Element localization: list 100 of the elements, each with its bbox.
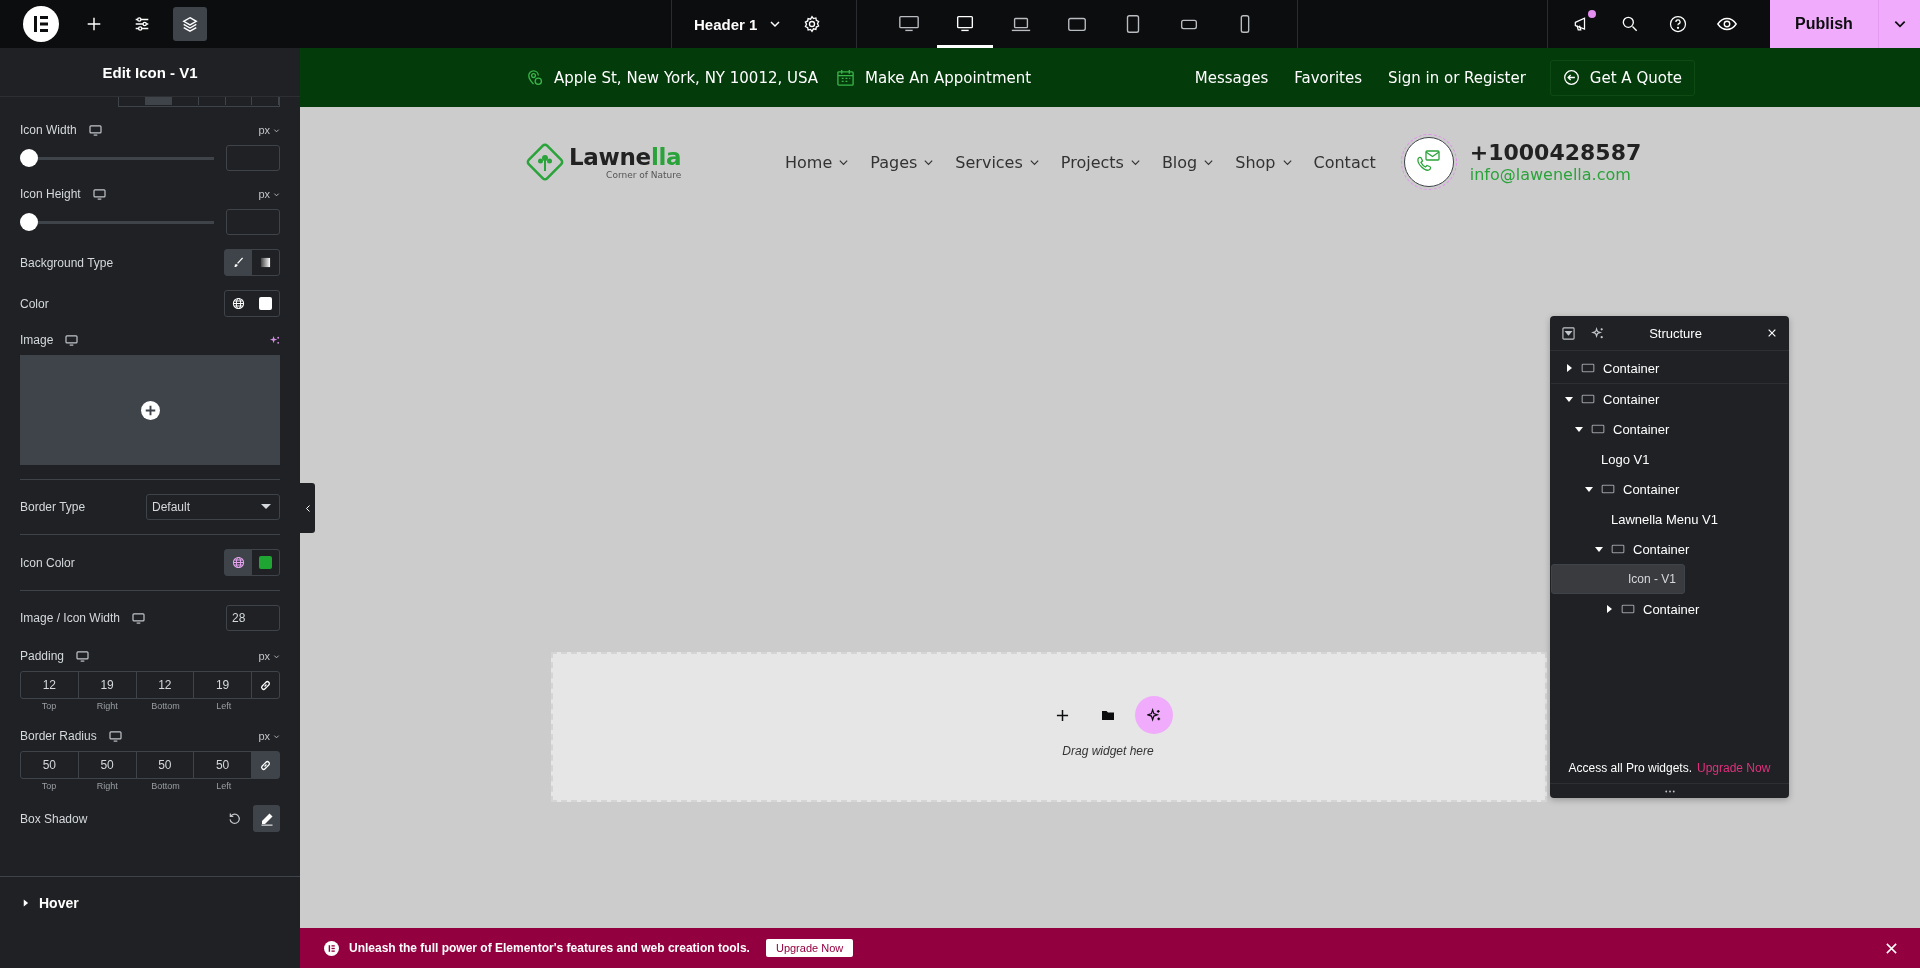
brush-icon[interactable]: [233, 257, 244, 268]
control-label: Icon Height: [20, 187, 81, 201]
collapse-dropdown-icon[interactable]: [1562, 326, 1575, 340]
monitor-icon[interactable]: [108, 730, 122, 742]
monitor-icon[interactable]: [65, 334, 79, 346]
unit-dropdown[interactable]: px: [258, 188, 280, 200]
control-label: Border Type: [20, 500, 86, 514]
nav-link[interactable]: Services: [955, 152, 1040, 172]
widget-drop-zone[interactable]: Drag widget here: [551, 652, 1547, 802]
expand-triangle-icon[interactable]: [1565, 395, 1573, 403]
document-dropdown[interactable]: Header 1: [694, 15, 782, 33]
nav-link[interactable]: Shop: [1235, 152, 1293, 172]
help-icon[interactable]: [1668, 14, 1688, 34]
structure-item[interactable]: Container: [1551, 414, 1788, 444]
elementor-logo-icon[interactable]: [23, 6, 59, 42]
triangle-icon[interactable]: [22, 899, 29, 907]
dimension-input[interactable]: 50: [136, 752, 195, 778]
upgrade-link[interactable]: Upgrade Now: [1697, 761, 1771, 775]
nav-link[interactable]: Pages: [870, 152, 935, 172]
global-colors-button[interactable]: [225, 550, 252, 575]
monitor-icon[interactable]: [76, 650, 90, 662]
plus-icon[interactable]: [1055, 708, 1069, 722]
reset-icon[interactable]: [228, 812, 241, 825]
nav-link[interactable]: Projects: [1060, 152, 1141, 172]
expand-triangle-icon[interactable]: [1595, 545, 1603, 553]
link-icon[interactable]: [259, 758, 272, 772]
expand-triangle-icon[interactable]: [1565, 364, 1573, 372]
unit-dropdown[interactable]: px: [258, 124, 280, 136]
control-label: Image / Icon Width: [20, 611, 121, 625]
close-icon[interactable]: [1885, 941, 1898, 955]
monitor-icon[interactable]: [92, 188, 106, 200]
dimension-input[interactable]: 19: [78, 672, 137, 698]
monitor-icon[interactable]: [132, 612, 146, 624]
unit-dropdown[interactable]: px: [258, 650, 280, 662]
arrow-left-circle-icon[interactable]: [1562, 69, 1580, 86]
sliders-icon[interactable]: [133, 15, 151, 33]
structure-button[interactable]: [173, 7, 207, 41]
color-swatch[interactable]: [259, 297, 272, 310]
search-icon[interactable]: [1620, 14, 1640, 34]
sparkle-icon[interactable]: [1146, 707, 1162, 723]
gradient-icon[interactable]: [260, 257, 271, 268]
dimension-input[interactable]: 50: [78, 752, 137, 778]
link-icon[interactable]: [259, 678, 272, 692]
logo-tagline: Corner of Nature: [606, 170, 682, 180]
dimension-input[interactable]: 19: [194, 672, 252, 698]
border-type-select[interactable]: Default: [146, 494, 280, 520]
structure-item[interactable]: Logo V1: [1551, 444, 1788, 474]
structure-item-label: Container: [1643, 601, 1700, 617]
get-a-quote-button[interactable]: Get A Quote: [1549, 59, 1695, 96]
resize-handle-icon[interactable]: [1664, 789, 1675, 793]
caret-down-icon[interactable]: [261, 504, 271, 510]
chevron-down-icon[interactable]: [769, 18, 782, 30]
number-input[interactable]: 28: [226, 605, 280, 631]
control-label: Box Shadow: [20, 811, 88, 826]
top-bar-link[interactable]: Sign in or Register: [1388, 68, 1526, 87]
close-icon[interactable]: [1767, 328, 1777, 338]
settings-icon[interactable]: [803, 15, 822, 33]
monitor-icon[interactable]: [88, 124, 102, 136]
ai-sparkle-icon[interactable]: [1591, 326, 1604, 340]
layers-icon[interactable]: [181, 15, 199, 33]
unit-dropdown[interactable]: px: [258, 730, 280, 742]
color-swatch[interactable]: [259, 556, 272, 569]
number-input[interactable]: [226, 145, 280, 171]
expand-triangle-icon[interactable]: [1605, 605, 1613, 613]
dimension-input[interactable]: 12: [136, 672, 195, 698]
top-bar-link[interactable]: Favorites: [1294, 68, 1363, 87]
structure-item[interactable]: Container: [1551, 474, 1788, 504]
dimension-input[interactable]: 50: [21, 752, 79, 778]
classic-background-button[interactable]: [225, 250, 252, 275]
slider-handle[interactable]: [20, 213, 38, 231]
expand-triangle-icon[interactable]: [1585, 485, 1593, 493]
structure-item-label: Container: [1603, 391, 1660, 407]
add-image-icon[interactable]: [140, 400, 160, 420]
structure-item[interactable]: Container: [1551, 384, 1788, 414]
nav-link[interactable]: Blog: [1161, 152, 1215, 172]
slider-handle[interactable]: [20, 149, 38, 167]
upgrade-now-button[interactable]: Upgrade Now: [765, 939, 854, 957]
nav-link[interactable]: Home: [785, 152, 850, 172]
dimension-label: Left: [215, 781, 233, 791]
folder-icon[interactable]: [1101, 708, 1115, 722]
structure-item[interactable]: Icon - V1: [1551, 564, 1685, 594]
link-values-button[interactable]: [252, 752, 279, 778]
pencil-icon[interactable]: [259, 811, 274, 826]
contact-icon-widget[interactable]: [1403, 137, 1454, 187]
structure-item[interactable]: Container: [1551, 353, 1788, 384]
dimension-input[interactable]: 12: [21, 672, 79, 698]
publish-button[interactable]: Publish: [1770, 0, 1878, 48]
top-bar-link[interactable]: Messages: [1194, 68, 1269, 87]
ai-sparkle-icon[interactable]: [269, 334, 280, 346]
structure-item-label: Icon - V1: [1627, 572, 1676, 586]
expand-triangle-icon[interactable]: [1575, 425, 1583, 433]
ai-generate-button[interactable]: [1135, 696, 1173, 734]
plus-icon[interactable]: [85, 15, 103, 33]
structure-item[interactable]: Container: [1551, 594, 1788, 624]
nav-link[interactable]: Contact: [1313, 152, 1376, 172]
chevron-left-icon[interactable]: [304, 503, 311, 513]
structure-item[interactable]: Container: [1551, 534, 1788, 564]
edit-box-shadow-button[interactable]: [253, 805, 280, 832]
number-input[interactable]: [226, 209, 280, 235]
structure-item[interactable]: Lawnella Menu V1: [1551, 504, 1788, 534]
